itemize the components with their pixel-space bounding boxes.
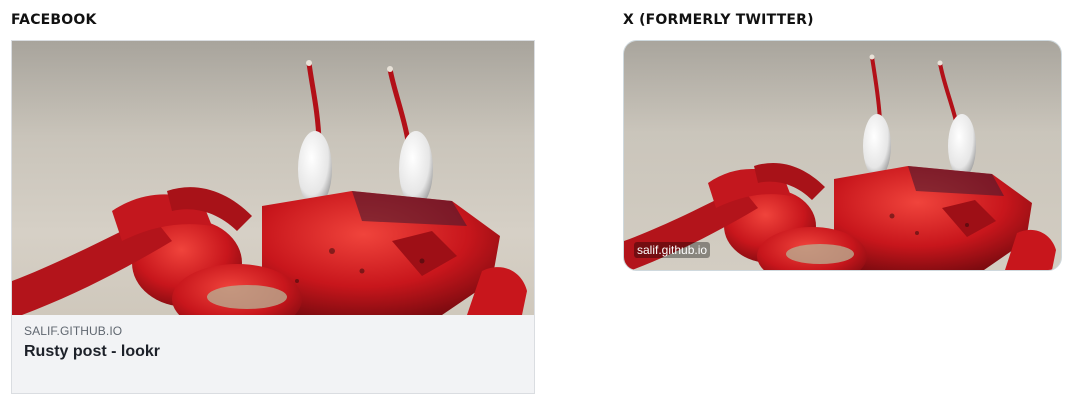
- facebook-preview-headline[interactable]: Rusty post - lookr: [24, 341, 522, 363]
- crab-photo-icon: [12, 41, 534, 315]
- x-preview-domain: salif.github.io: [634, 242, 711, 258]
- facebook-preview-meta: SALIF.GITHUB.IO Rusty post - lookr: [24, 323, 522, 363]
- x-preview-image: [624, 41, 1061, 270]
- facebook-section-title: FACEBOOK: [11, 12, 97, 28]
- facebook-preview-domain: SALIF.GITHUB.IO: [24, 324, 123, 338]
- x-link-preview-card[interactable]: salif.github.io: [623, 40, 1062, 271]
- x-section-title: X (FORMERLY TWITTER): [623, 12, 814, 28]
- crab-photo-icon: [624, 41, 1061, 270]
- facebook-link-preview-card[interactable]: SALIF.GITHUB.IO Rusty post - lookr: [11, 40, 535, 394]
- facebook-preview-image: [12, 41, 534, 315]
